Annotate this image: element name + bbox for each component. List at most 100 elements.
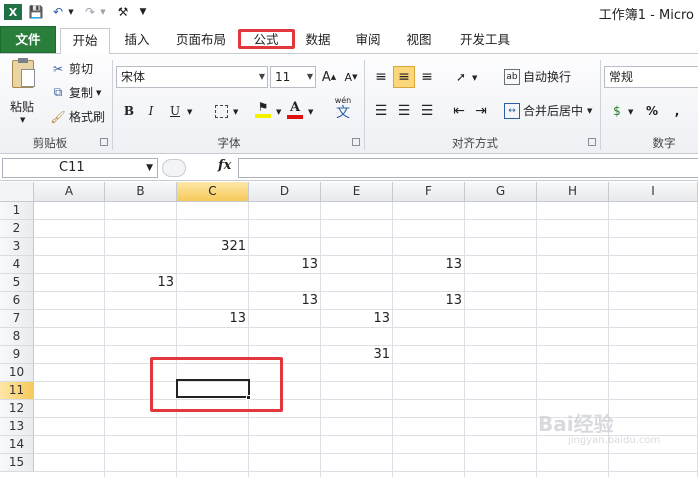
cell-b5[interactable]: 13 — [105, 274, 177, 292]
watermark-sub: jingyan.baidu.com — [568, 435, 661, 446]
increase-indent-button[interactable]: ⇥ — [470, 100, 492, 122]
save-icon[interactable]: 💾 — [28, 4, 44, 20]
name-box[interactable]: C11 ▼ — [2, 158, 158, 178]
formulas-tab-highlight — [238, 29, 295, 49]
chevron-down-icon[interactable]: ▼ — [628, 108, 633, 116]
chevron-down-icon[interactable]: ▼ — [67, 4, 75, 20]
customize-icon[interactable]: ⚒ — [114, 4, 132, 20]
alignment-launcher-icon[interactable] — [588, 138, 596, 146]
wrap-text-button[interactable]: ab 自动换行 — [504, 68, 571, 85]
number-format-combo[interactable]: 常规 — [604, 66, 698, 88]
orientation-button[interactable]: ➚ — [450, 66, 472, 88]
row-header-6[interactable]: 6 — [0, 292, 34, 310]
tab-file[interactable]: 文件 — [0, 26, 56, 53]
formula-bar-divider[interactable] — [162, 159, 186, 177]
column-header-g[interactable]: G — [465, 182, 537, 202]
select-all-button[interactable] — [0, 182, 34, 202]
row-header-8[interactable]: 8 — [0, 328, 34, 346]
row-header-12[interactable]: 12 — [0, 400, 34, 418]
formula-bar: C11 ▼ fx — [0, 155, 698, 181]
grid-line — [34, 237, 698, 238]
currency-button[interactable]: $ — [606, 100, 628, 122]
comma-button[interactable]: , — [666, 100, 688, 122]
align-left-button[interactable]: ☰ — [370, 100, 392, 122]
row-header-2[interactable]: 2 — [0, 220, 34, 238]
phonetic-button[interactable]: wén 文 — [328, 96, 358, 124]
merge-center-button[interactable]: ↔ 合并后居中 ▼ — [504, 102, 592, 119]
cell-d4[interactable]: 13 — [249, 256, 321, 274]
phonetic-char: 文 — [336, 105, 350, 121]
tab-data[interactable]: 数据 — [298, 28, 338, 54]
align-middle-button[interactable]: ≡ — [393, 66, 415, 88]
align-top-button[interactable]: ≡ — [370, 66, 392, 88]
insert-function-button[interactable]: fx — [218, 158, 231, 173]
cell-c3[interactable]: 321 — [177, 238, 249, 256]
shrink-font-button[interactable]: A ▼ — [340, 66, 362, 88]
font-size-combo[interactable]: 11 ▼ — [270, 66, 316, 88]
tab-page-layout[interactable]: 页面布局 — [168, 28, 234, 54]
font-launcher-icon[interactable] — [352, 138, 360, 146]
chevron-down-icon[interactable]: ▼ — [99, 4, 107, 20]
chevron-down-icon[interactable]: ▼ — [472, 74, 477, 82]
chevron-down-icon[interactable]: ▼ — [187, 108, 192, 116]
row-header-14[interactable]: 14 — [0, 436, 34, 454]
undo-icon[interactable]: ↶ — [50, 4, 66, 20]
format-painter-button[interactable]: 🖌 格式刷 — [50, 108, 105, 125]
column-header-f[interactable]: F — [393, 182, 465, 202]
column-header-h[interactable]: H — [537, 182, 609, 202]
tab-home[interactable]: 开始 — [60, 28, 110, 55]
align-right-button[interactable]: ☰ — [416, 100, 438, 122]
tab-view[interactable]: 视图 — [399, 28, 439, 54]
column-header-e[interactable]: E — [321, 182, 393, 202]
borders-button[interactable] — [210, 100, 232, 122]
row-header-4[interactable]: 4 — [0, 256, 34, 274]
number-format-value: 常规 — [609, 70, 634, 84]
align-center-button[interactable]: ☰ — [393, 100, 415, 122]
cut-button[interactable]: ✂ 剪切 — [50, 60, 93, 77]
paste-button[interactable]: 粘贴 ▼ — [4, 58, 44, 130]
column-header-c[interactable]: C — [177, 182, 249, 202]
chevron-down-icon[interactable]: ▼ — [233, 108, 238, 116]
bold-button[interactable]: B — [118, 100, 140, 122]
tab-developer[interactable]: 开发工具 — [452, 28, 518, 54]
align-bottom-button[interactable]: ≡ — [416, 66, 438, 88]
grow-font-button[interactable]: A ▲ — [318, 66, 340, 88]
row-header-11[interactable]: 11 — [0, 382, 34, 400]
row-header-10[interactable]: 10 — [0, 364, 34, 382]
redo-icon[interactable]: ↷ — [82, 4, 98, 20]
formula-input[interactable] — [238, 158, 698, 178]
cell-c7[interactable]: 13 — [177, 310, 249, 328]
clipboard-launcher-icon[interactable] — [100, 138, 108, 146]
column-header-a[interactable]: A — [34, 182, 105, 202]
cell-f6[interactable]: 13 — [393, 292, 465, 310]
percent-button[interactable]: % — [641, 100, 663, 122]
tab-insert[interactable]: 插入 — [114, 28, 160, 54]
italic-button[interactable]: I — [140, 100, 162, 122]
cell-e7[interactable]: 13 — [321, 310, 393, 328]
row-header-13[interactable]: 13 — [0, 418, 34, 436]
decrease-indent-button[interactable]: ⇤ — [448, 100, 470, 122]
column-header-i[interactable]: I — [609, 182, 698, 202]
cell-e9[interactable]: 31 — [321, 346, 393, 364]
cell-f4[interactable]: 13 — [393, 256, 465, 274]
row-header-9[interactable]: 9 — [0, 346, 34, 364]
column-header-b[interactable]: B — [105, 182, 177, 202]
column-header-d[interactable]: D — [249, 182, 321, 202]
tab-review[interactable]: 审阅 — [348, 28, 388, 54]
chevron-down-icon[interactable]: ▼ — [276, 108, 281, 116]
font-name-combo[interactable]: 宋体 ▼ — [116, 66, 268, 88]
chevron-down-icon: ▼ — [306, 72, 313, 81]
copy-button[interactable]: ⧉ 复制 ▼ — [50, 84, 102, 101]
excel-logo-icon: X — [4, 4, 22, 20]
underline-button[interactable]: U — [164, 100, 186, 122]
row-header-1[interactable]: 1 — [0, 202, 34, 220]
row-header-3[interactable]: 3 — [0, 238, 34, 256]
row-header-7[interactable]: 7 — [0, 310, 34, 328]
qat-more-icon[interactable]: ▼ — [138, 4, 148, 20]
fill-color-button[interactable]: ⚑ — [252, 98, 274, 120]
font-color-button[interactable]: A — [284, 98, 306, 120]
row-header-5[interactable]: 5 — [0, 274, 34, 292]
row-header-15[interactable]: 15 — [0, 454, 34, 472]
chevron-down-icon[interactable]: ▼ — [308, 108, 313, 116]
cell-d6[interactable]: 13 — [249, 292, 321, 310]
